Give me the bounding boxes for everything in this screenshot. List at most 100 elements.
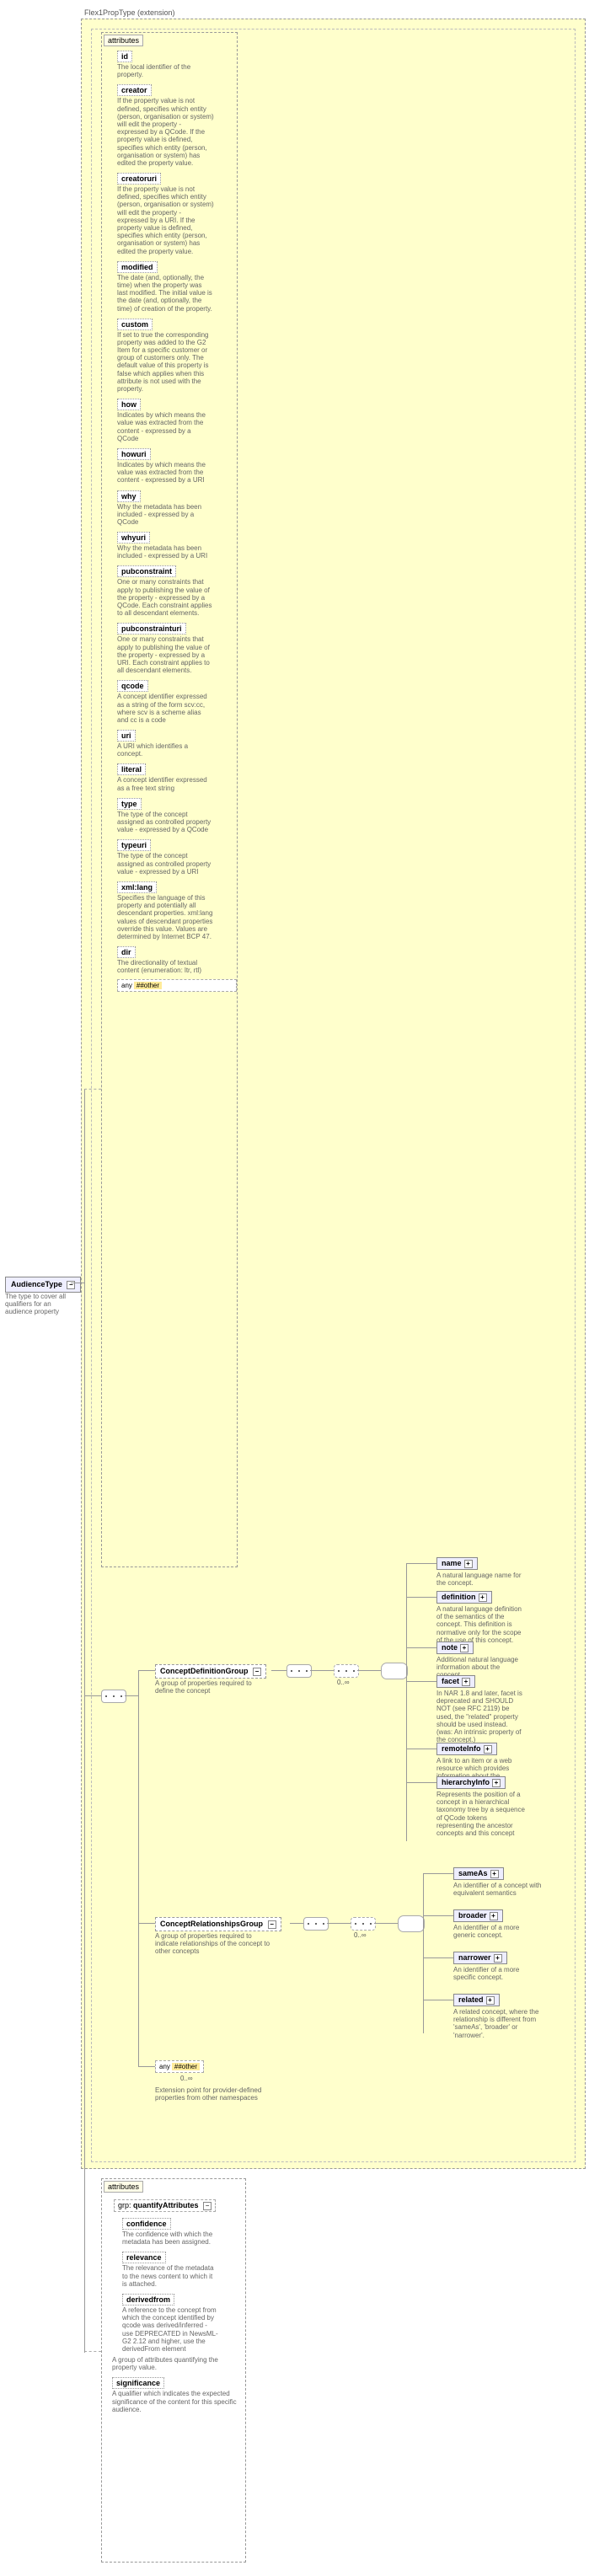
conn [423, 1873, 453, 1874]
conn [423, 1915, 453, 1916]
expand-icon[interactable]: + [486, 1996, 495, 2005]
attribute-qcode[interactable]: qcode [117, 680, 148, 692]
element-remoteInfo[interactable]: remoteInfo+ [436, 1743, 497, 1755]
concept-relationships-group[interactable]: ConceptRelationshipsGroup − [155, 1917, 281, 1931]
significance-desc: A qualifier which indicates the expected… [112, 2390, 238, 2413]
occ: 0..∞ [337, 1679, 350, 1686]
occ: 0..∞ [354, 1931, 367, 1939]
attribute-desc: If the property value is not defined, sp… [117, 185, 214, 255]
conn [138, 1670, 155, 1671]
conn [271, 1670, 286, 1671]
occ: 0..∞ [180, 2075, 193, 2082]
expand-icon[interactable]: − [203, 2202, 212, 2210]
conn [406, 1782, 436, 1783]
attribute-why[interactable]: why [117, 490, 141, 502]
element-definition[interactable]: definition+ [436, 1591, 492, 1604]
attribute-desc: Why the metadata has been included - exp… [117, 544, 214, 560]
element-hierarchyInfo[interactable]: hierarchyInfo+ [436, 1776, 506, 1789]
conn [290, 1923, 303, 1924]
sequence-icon [286, 1664, 312, 1678]
root-type-box[interactable]: AudienceType − [5, 1277, 81, 1293]
element-narrower[interactable]: narrower+ [453, 1952, 507, 1964]
element-desc: A natural language name for the concept. [436, 1572, 525, 1587]
attribute-literal[interactable]: literal [117, 763, 146, 775]
attribute-type[interactable]: type [117, 798, 142, 810]
attribute-significance[interactable]: significance [112, 2377, 164, 2389]
cdg-desc: A group of properties required to define… [155, 1679, 265, 1695]
conn [84, 1476, 85, 2353]
conn [423, 1957, 453, 1958]
expand-icon[interactable]: + [460, 1644, 469, 1652]
quantify-desc: A group of attributes quantifying the pr… [112, 2356, 238, 2371]
attribute-custom[interactable]: custom [117, 319, 153, 330]
choice-icon [398, 1915, 425, 1932]
any-attribute: any##other [117, 979, 237, 992]
attribute-desc: The confidence with which the metadata h… [122, 2231, 219, 2246]
element-broader[interactable]: broader+ [453, 1909, 503, 1922]
conn [406, 1563, 436, 1564]
conn [138, 1670, 139, 2066]
attribute-whyuri[interactable]: whyuri [117, 532, 150, 544]
expand-icon[interactable]: + [490, 1870, 499, 1878]
extension-title: Flex1PropType (extension) [84, 8, 175, 17]
attribute-pubconstraint[interactable]: pubconstraint [117, 565, 176, 577]
element-sameAs[interactable]: sameAs+ [453, 1867, 504, 1880]
attribute-creator[interactable]: creator [117, 84, 152, 96]
attribute-desc: A reference to the concept from which th… [122, 2306, 219, 2353]
conn [374, 1923, 398, 1924]
element-name[interactable]: name+ [436, 1557, 478, 1570]
attributes-group-1: attributes idThe local identifier of the… [101, 32, 238, 1567]
attribute-uri[interactable]: uri [117, 730, 136, 742]
element-facet[interactable]: facet+ [436, 1675, 475, 1688]
attribute-modified[interactable]: modified [117, 261, 158, 273]
conn [406, 1681, 436, 1682]
conn [84, 2351, 101, 2352]
attribute-desc: The local identifier of the property. [117, 63, 214, 78]
attribute-xml-lang[interactable]: xml:lang [117, 881, 157, 893]
concept-definition-group[interactable]: ConceptDefinitionGroup − [155, 1664, 266, 1679]
expand-icon[interactable]: + [490, 1912, 498, 1920]
attribute-desc: Specifies the language of this property … [117, 894, 214, 940]
attribute-howuri[interactable]: howuri [117, 448, 151, 460]
expand-icon[interactable]: − [268, 1920, 276, 1929]
conn [310, 1670, 334, 1671]
expand-icon[interactable]: + [479, 1593, 487, 1602]
expand-icon[interactable]: + [462, 1678, 470, 1686]
element-related[interactable]: related+ [453, 1994, 500, 2006]
attribute-relevance[interactable]: relevance [122, 2252, 166, 2263]
expand-icon[interactable]: + [484, 1745, 492, 1754]
conn [138, 2066, 155, 2067]
sequence-icon [334, 1664, 359, 1678]
element-desc: A natural language definition of the sem… [436, 1605, 525, 1644]
element-note[interactable]: note+ [436, 1641, 474, 1654]
attribute-dir[interactable]: dir [117, 946, 136, 958]
expand-icon[interactable]: + [494, 1954, 502, 1963]
conn [138, 1923, 155, 1924]
conn [406, 1647, 436, 1648]
quantify-attributes-group[interactable]: grp: quantifyAttributes − [114, 2199, 216, 2212]
attribute-pubconstrainturi[interactable]: pubconstrainturi [117, 623, 186, 635]
element-desc: In NAR 1.8 and later, facet is deprecate… [436, 1690, 525, 1743]
expand-icon[interactable]: + [464, 1560, 473, 1568]
attribute-creatoruri[interactable]: creatoruri [117, 173, 161, 185]
attribute-how[interactable]: how [117, 399, 141, 410]
attribute-desc: A URI which identifies a concept. [117, 742, 214, 758]
attribute-desc: Indicates by which means the value was e… [117, 411, 214, 442]
attributes-header: attributes [104, 35, 143, 46]
conn [406, 1563, 407, 1841]
attribute-typeuri[interactable]: typeuri [117, 839, 151, 851]
conn [125, 1695, 138, 1696]
attributes-group-2: attributes grp: quantifyAttributes − con… [101, 2178, 246, 2563]
expand-icon[interactable]: + [492, 1779, 501, 1787]
expand-icon[interactable]: − [253, 1668, 261, 1676]
conn [406, 1597, 436, 1598]
attribute-desc: One or many constraints that apply to pu… [117, 578, 214, 617]
attributes-header: attributes [104, 2181, 143, 2193]
attribute-id[interactable]: id [117, 51, 132, 62]
conn [357, 1670, 381, 1671]
attribute-desc: The type of the concept assigned as cont… [117, 852, 214, 876]
conn [327, 1923, 351, 1924]
attribute-derivedfrom[interactable]: derivedfrom [122, 2294, 174, 2306]
attribute-confidence[interactable]: confidence [122, 2218, 171, 2230]
attribute-desc: The type of the concept assigned as cont… [117, 811, 214, 834]
